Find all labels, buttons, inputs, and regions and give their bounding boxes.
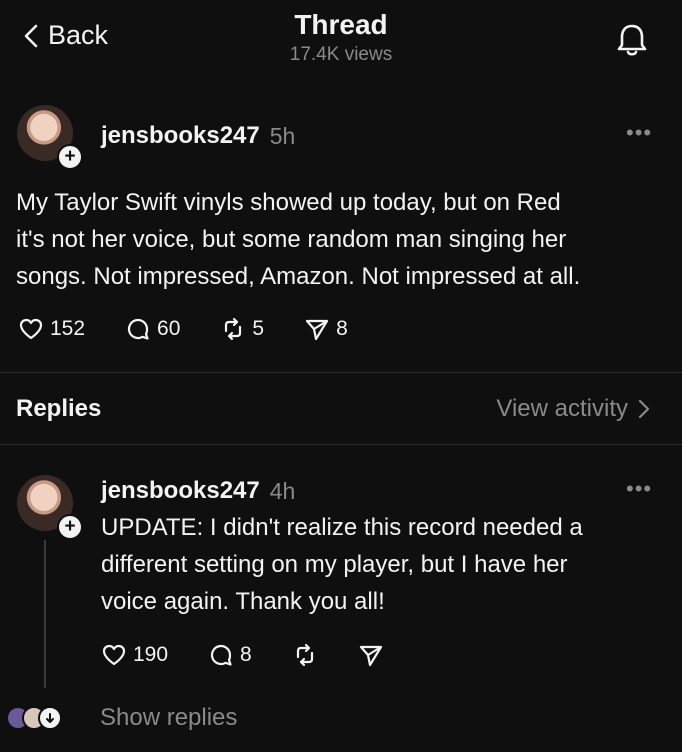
repost-button[interactable]: 5 (220, 316, 264, 342)
post-text: My Taylor Swift vinyls showed up today, … (16, 184, 580, 295)
share-count: 8 (336, 317, 348, 340)
notifications-button[interactable] (612, 20, 652, 60)
reply-text-line: different setting on my player, but I ha… (101, 551, 568, 578)
share-button[interactable]: 8 (304, 316, 348, 342)
thread-connector-line (44, 540, 46, 688)
view-activity-link[interactable]: View activity (496, 395, 650, 423)
divider (0, 372, 682, 373)
comment-bubble-icon (128, 318, 149, 340)
reply-repost-button[interactable] (292, 642, 318, 668)
send-icon (359, 645, 382, 667)
send-icon (305, 319, 329, 341)
reply-avatars-stack[interactable] (6, 706, 62, 730)
repost-icon (296, 643, 313, 667)
reply-comment-count: 8 (240, 643, 252, 666)
reply-follow-plus-icon[interactable]: + (57, 514, 83, 540)
post-username[interactable]: jensbooks247 (101, 122, 260, 150)
post-text-line: songs. Not impressed, Amazon. Not impres… (16, 263, 581, 290)
post-text-line: My Taylor Swift vinyls showed up today, … (16, 189, 561, 216)
bell-icon (617, 24, 647, 56)
like-count: 152 (50, 317, 86, 340)
reply-share-button[interactable] (358, 642, 384, 668)
heart-icon (19, 318, 43, 340)
view-count: 17.4K views (289, 44, 393, 65)
reply-username[interactable]: jensbooks247 (101, 477, 260, 505)
reply-text-line: UPDATE: I didn't realize this record nee… (101, 514, 583, 541)
chevron-right-icon (638, 399, 650, 419)
post-header: jensbooks247 5h (101, 122, 295, 150)
reply-comment-button[interactable]: 8 (208, 642, 252, 668)
comment-count: 60 (157, 317, 181, 340)
comment-bubble-icon (211, 644, 232, 666)
comment-button[interactable]: 60 (125, 316, 180, 342)
reply-text-line: voice again. Thank you all! (101, 588, 385, 615)
follow-plus-icon[interactable]: + (57, 144, 83, 170)
repost-count: 5 (252, 317, 265, 340)
reply-text: UPDATE: I didn't realize this record nee… (101, 509, 583, 620)
divider (0, 444, 682, 445)
reply-like-button[interactable]: 190 (101, 642, 168, 668)
post-more-icon[interactable]: ••• (626, 120, 652, 146)
like-button[interactable]: 152 (18, 316, 85, 342)
show-replies-link[interactable]: Show replies (100, 704, 237, 732)
reply-more-icon[interactable]: ••• (626, 476, 652, 502)
post-actions: 152 60 5 8 (18, 316, 348, 342)
arrow-down-icon (38, 706, 62, 730)
heart-icon (102, 644, 126, 666)
repost-icon (225, 317, 242, 341)
reply-time: 4h (269, 477, 296, 504)
reply-like-count: 190 (133, 643, 169, 666)
reply-actions: 190 8 (101, 642, 384, 668)
post-text-line: it's not her voice, but some random man … (16, 226, 567, 253)
post-time: 5h (269, 122, 296, 149)
view-activity-label: View activity (496, 395, 628, 422)
reply-header: jensbooks247 4h (101, 477, 295, 505)
replies-heading: Replies (16, 395, 102, 422)
page-title: Thread (294, 9, 388, 40)
